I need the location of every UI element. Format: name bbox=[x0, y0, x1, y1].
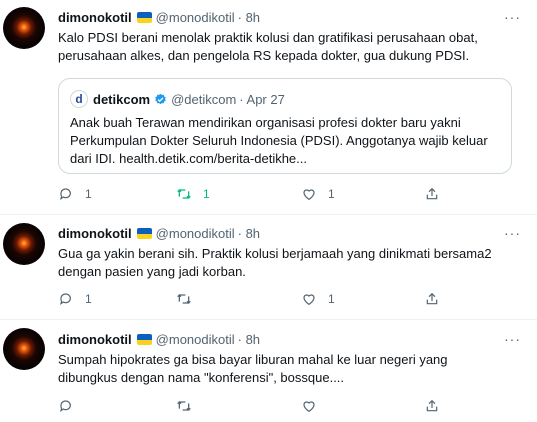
retweet-count: 1 bbox=[203, 187, 210, 201]
tweet-text-line: Kalo PDSI berani menolak praktik kolusi … bbox=[58, 30, 478, 45]
avatar[interactable] bbox=[3, 7, 45, 49]
quoted-text-line: Anak buah Terawan mendirikan organisasi … bbox=[70, 115, 461, 130]
verified-badge-icon bbox=[155, 93, 166, 104]
quoted-text-line: Perkumpulan Dokter Seluruh Indonesia (PD… bbox=[70, 133, 488, 148]
reply-icon bbox=[60, 188, 71, 201]
more-options-icon[interactable]: ··· bbox=[504, 9, 521, 25]
author-name[interactable]: dimonokotil bbox=[58, 9, 132, 26]
like-button[interactable] bbox=[301, 398, 328, 414]
share-button[interactable] bbox=[424, 291, 440, 307]
reply-icon bbox=[60, 400, 71, 413]
tweet-text-line: dengan pasien yang jadi korban. bbox=[58, 264, 246, 279]
share-button[interactable] bbox=[424, 186, 440, 202]
reply-count: 1 bbox=[85, 292, 92, 306]
tweet-header: dimonokotil @monodikotil · 8h bbox=[58, 331, 260, 348]
tweet-header: dimonokotil @monodikotil · 8h bbox=[58, 225, 260, 242]
retweet-icon bbox=[177, 294, 191, 304]
author-name[interactable]: dimonokotil bbox=[58, 331, 132, 348]
quoted-author-handle: @detikcom bbox=[171, 91, 237, 107]
heart-icon bbox=[303, 401, 315, 413]
reply-icon bbox=[60, 293, 71, 306]
avatar[interactable] bbox=[3, 223, 45, 265]
quoted-tweet-header: d detikcom @detikcom · Apr 27 bbox=[70, 90, 285, 108]
ukraine-flag-icon bbox=[136, 334, 152, 345]
quoted-author-name: detikcom bbox=[93, 91, 151, 107]
like-count: 1 bbox=[328, 187, 335, 201]
tweet-actions bbox=[58, 398, 458, 418]
detikcom-logo-icon: d bbox=[70, 90, 88, 108]
tweet-text-line: Sumpah hipokrates ga bisa bayar liburan … bbox=[58, 352, 448, 367]
more-options-icon[interactable]: ··· bbox=[504, 225, 521, 241]
ukraine-flag-icon bbox=[136, 12, 152, 23]
author-handle[interactable]: @monodikotil bbox=[156, 9, 235, 26]
timestamp[interactable]: · 8h bbox=[238, 225, 260, 242]
author-handle[interactable]: @monodikotil bbox=[156, 331, 235, 348]
share-icon bbox=[426, 187, 438, 200]
retweet-button[interactable] bbox=[176, 291, 203, 307]
author-name[interactable]: dimonokotil bbox=[58, 225, 132, 242]
share-button[interactable] bbox=[424, 398, 440, 414]
heart-icon bbox=[303, 189, 315, 201]
tweet-text-line: Gua ga yakin berani sih. Praktik kolusi … bbox=[58, 246, 492, 261]
like-count: 1 bbox=[328, 292, 335, 306]
retweet-button[interactable]: 1 bbox=[176, 186, 210, 202]
like-button[interactable]: 1 bbox=[301, 186, 335, 202]
more-options-icon[interactable]: ··· bbox=[504, 331, 521, 347]
author-handle[interactable]: @monodikotil bbox=[156, 225, 235, 242]
reply-button[interactable]: 1 bbox=[58, 186, 92, 202]
quoted-text-line: dari IDI. health.detik.com/berita-detikh… bbox=[70, 151, 308, 166]
tweet-header: dimonokotil @monodikotil · 8h bbox=[58, 9, 260, 26]
heart-icon bbox=[303, 294, 315, 306]
ukraine-flag-icon bbox=[136, 228, 152, 239]
tweet-text: Kalo PDSI berani menolak praktik kolusi … bbox=[58, 29, 518, 65]
share-icon bbox=[426, 399, 438, 412]
tweet-actions: 1 1 1 bbox=[58, 186, 458, 206]
quoted-timestamp: · Apr 27 bbox=[239, 91, 285, 107]
tweet-text: Sumpah hipokrates ga bisa bayar liburan … bbox=[58, 351, 518, 387]
reply-button[interactable]: 1 bbox=[58, 291, 92, 307]
tweet[interactable]: dimonokotil @monodikotil · 8h ··· Kalo P… bbox=[0, 0, 537, 214]
timestamp[interactable]: · 8h bbox=[238, 331, 260, 348]
tweet[interactable]: dimonokotil @monodikotil · 8h ··· Sumpah… bbox=[0, 320, 537, 422]
retweet-icon bbox=[177, 401, 191, 411]
quoted-tweet[interactable]: d detikcom @detikcom · Apr 27 Anak buah … bbox=[58, 78, 512, 174]
retweet-icon bbox=[177, 189, 191, 199]
tweet-text-line: dibungkus dengan nama "konferensi", boss… bbox=[58, 370, 345, 385]
reply-count: 1 bbox=[85, 187, 92, 201]
tweet-actions: 1 1 bbox=[58, 291, 458, 311]
reply-button[interactable] bbox=[58, 398, 85, 414]
retweet-button[interactable] bbox=[176, 398, 203, 414]
timestamp[interactable]: · 8h bbox=[238, 9, 260, 26]
tweet[interactable]: dimonokotil @monodikotil · 8h ··· Gua ga… bbox=[0, 215, 537, 319]
tweet-text-line: perusahaan alkes, dan pengelola RS kepad… bbox=[58, 48, 470, 63]
tweet-text: Gua ga yakin berani sih. Praktik kolusi … bbox=[58, 245, 518, 281]
avatar[interactable] bbox=[3, 328, 45, 370]
share-icon bbox=[426, 292, 438, 305]
quoted-tweet-text: Anak buah Terawan mendirikan organisasi … bbox=[70, 114, 500, 168]
like-button[interactable]: 1 bbox=[301, 291, 335, 307]
